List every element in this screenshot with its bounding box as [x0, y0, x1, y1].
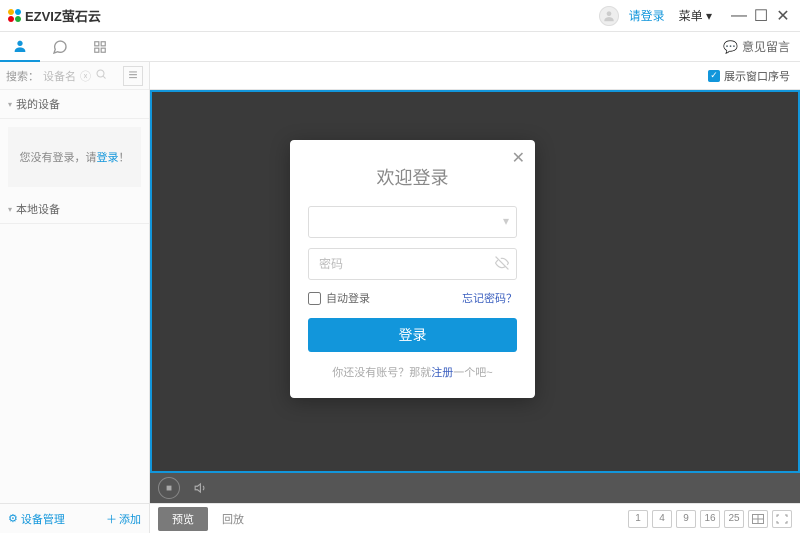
- search-placeholder: 设备名: [43, 68, 76, 84]
- chevron-down-icon[interactable]: ▾: [503, 214, 509, 228]
- layout-16[interactable]: 16: [700, 510, 720, 528]
- auto-login-checkbox[interactable]: 自动登录: [308, 290, 370, 306]
- login-modal: ✕ 欢迎登录 ▾ 自动登录 忘记密码？ 登录 你还没有账号？那就注册一个吧~: [290, 140, 535, 398]
- main-footer: 预览 回放 1 4 9 16 25: [150, 503, 800, 533]
- device-mgmt-link[interactable]: ⚙ 设备管理: [8, 511, 65, 527]
- tab-apps[interactable]: [80, 32, 120, 62]
- plus-icon: ＋: [106, 511, 117, 527]
- app-logo: EZVIZ萤石云: [8, 6, 101, 25]
- logo-icon: [8, 9, 21, 22]
- layout-grid-icon[interactable]: [748, 510, 768, 528]
- sidebar-login-prompt: 您没有登录，请登录！: [8, 127, 141, 187]
- sidebar-bottom: ⚙ 设备管理 ＋ 添加: [0, 503, 149, 533]
- section-local-devices[interactable]: 本地设备: [0, 195, 149, 224]
- register-link[interactable]: 注册: [431, 367, 453, 379]
- maximize-button[interactable]: ☐: [752, 7, 770, 25]
- search-icon[interactable]: [95, 67, 107, 85]
- register-row: 你还没有账号？那就注册一个吧~: [308, 364, 517, 380]
- tab-contacts[interactable]: [0, 32, 40, 62]
- clear-icon[interactable]: ⓧ: [80, 68, 91, 84]
- main-header: ✓ 展示窗口序号: [150, 62, 800, 90]
- eye-icon[interactable]: [495, 256, 509, 273]
- password-field-wrap: [308, 248, 517, 280]
- sub-toolbar: 💬 意见留言: [0, 32, 800, 62]
- titlebar: EZVIZ萤石云 请登录 菜单 ▾ — ☐ ✕: [0, 0, 800, 32]
- avatar[interactable]: [599, 6, 619, 26]
- password-input[interactable]: [308, 248, 517, 280]
- minimize-button[interactable]: —: [730, 7, 748, 25]
- search-row: 搜索： 设备名 ⓧ ≡: [0, 62, 149, 90]
- close-button[interactable]: ✕: [774, 7, 792, 25]
- check-icon: ✓: [708, 70, 720, 82]
- username-field-wrap: ▾: [308, 206, 517, 238]
- sidebar-login-link[interactable]: 登录: [97, 152, 119, 164]
- layout-9[interactable]: 9: [676, 510, 696, 528]
- show-window-index-toggle[interactable]: ✓ 展示窗口序号: [708, 68, 790, 84]
- volume-button[interactable]: [190, 477, 212, 499]
- chat-icon: 💬: [723, 40, 738, 54]
- fullscreen-icon[interactable]: [772, 510, 792, 528]
- layout-1[interactable]: 1: [628, 510, 648, 528]
- video-controls: ■: [150, 473, 800, 503]
- modal-title: 欢迎登录: [308, 164, 517, 190]
- feedback-link[interactable]: 💬 意见留言: [723, 38, 790, 55]
- section-my-devices[interactable]: 我的设备: [0, 90, 149, 119]
- tab-playback[interactable]: 回放: [208, 507, 258, 531]
- modal-options-row: 自动登录 忘记密码？: [308, 290, 517, 306]
- username-input[interactable]: [308, 206, 517, 238]
- search-label: 搜索：: [6, 68, 39, 84]
- stop-button[interactable]: ■: [158, 477, 180, 499]
- sidebar: 搜索： 设备名 ⓧ ≡ 我的设备 您没有登录，请登录！ 本地设备 ⚙ 设备管理 …: [0, 62, 150, 533]
- app-title: EZVIZ萤石云: [25, 6, 101, 25]
- forgot-password-link[interactable]: 忘记密码？: [462, 290, 517, 306]
- layout-4[interactable]: 4: [652, 510, 672, 528]
- menu-button[interactable]: 菜单 ▾: [679, 7, 712, 24]
- gear-icon: ⚙: [8, 512, 18, 525]
- login-link[interactable]: 请登录: [629, 7, 665, 24]
- tab-messages[interactable]: [40, 32, 80, 62]
- add-button[interactable]: ＋ 添加: [106, 511, 141, 527]
- hamburger-icon[interactable]: ≡: [123, 66, 143, 86]
- login-button[interactable]: 登录: [308, 318, 517, 352]
- tab-preview[interactable]: 预览: [158, 507, 208, 531]
- layout-25[interactable]: 25: [724, 510, 744, 528]
- modal-close-icon[interactable]: ✕: [512, 148, 525, 168]
